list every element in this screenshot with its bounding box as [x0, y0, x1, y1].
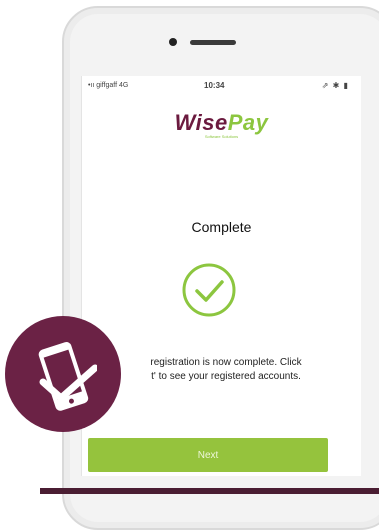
completion-message: registration is now complete. Click t' t…	[102, 356, 350, 384]
message-line-1: registration is now complete. Click	[150, 357, 302, 368]
phone-check-badge	[5, 316, 121, 432]
next-button[interactable]: Next	[88, 438, 328, 472]
wisepay-logo: WisePay Software Solutions	[82, 110, 361, 139]
status-icons: ⇗ ✱ ▮	[321, 81, 349, 90]
status-time: 10:34	[204, 81, 225, 90]
logo-tagline: Software Solutions	[204, 134, 239, 139]
phone-speaker	[190, 40, 236, 45]
status-carrier: •ıı giffgaff 4G	[88, 82, 129, 89]
logo-text: WisePay	[175, 110, 269, 135]
message-line-2: t' to see your registered accounts.	[151, 371, 301, 382]
logo-part-pay: Pay	[227, 110, 269, 135]
page-title: Complete	[191, 219, 252, 235]
bottom-strip	[40, 488, 379, 494]
check-circle-icon	[182, 263, 236, 317]
phone-camera	[169, 38, 177, 46]
phone-check-icon	[38, 342, 97, 411]
status-bar: •ıı giffgaff 4G 10:34 ⇗ ✱ ▮	[82, 76, 361, 96]
logo-part-wise: Wise	[174, 110, 228, 135]
app-screen: •ıı giffgaff 4G 10:34 ⇗ ✱ ▮ WisePay Soft…	[81, 76, 361, 476]
